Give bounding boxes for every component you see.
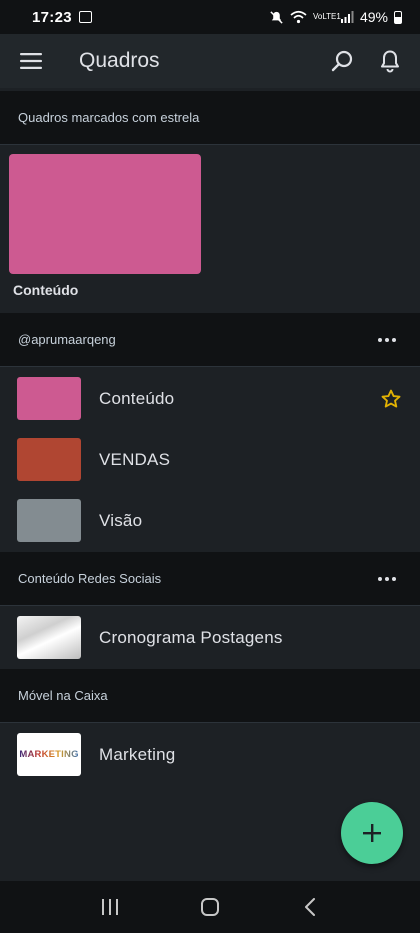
back-icon: [305, 898, 315, 916]
recents-icon: [102, 899, 118, 915]
section-title: Quadros marcados com estrela: [18, 110, 200, 125]
plus-icon: [363, 824, 381, 842]
status-bar: 17:23 VoLTE1 49%: [0, 0, 420, 34]
wifi-icon: [290, 10, 307, 24]
board-name: Marketing: [99, 744, 176, 764]
more-horizontal-icon: [378, 576, 382, 581]
starred-section-header: Quadros marcados com estrela: [0, 91, 420, 145]
board-row[interactable]: Cronograma Postagens: [0, 607, 420, 668]
board-row[interactable]: MARKETING Marketing: [0, 724, 420, 785]
search-icon: [331, 50, 353, 72]
board-thumbnail: [17, 438, 81, 481]
workspace-more-button[interactable]: [372, 571, 402, 587]
board-thumbnail: [17, 616, 81, 659]
board-name: Conteúdo: [99, 388, 175, 408]
mute-icon: [270, 10, 283, 24]
workspace-header: Conteúdo Redes Sociais: [0, 552, 420, 606]
more-horizontal-icon: [378, 337, 382, 342]
network-type: VoLTE1: [312, 12, 341, 21]
home-icon: [201, 898, 219, 916]
starred-board-name: Conteúdo: [13, 282, 79, 298]
search-button[interactable]: [318, 34, 366, 88]
board-name: Visão: [99, 510, 143, 530]
home-button[interactable]: [185, 887, 235, 927]
page-title: Quadros: [79, 49, 160, 72]
board-row[interactable]: Visão: [0, 490, 420, 551]
board-row[interactable]: VENDAS: [0, 429, 420, 490]
gallery-notification-icon: [78, 11, 92, 23]
app-bar: Quadros: [0, 34, 420, 88]
workspace-name: Conteúdo Redes Sociais: [18, 571, 162, 586]
signal-icon: [340, 11, 354, 23]
notifications-button[interactable]: [366, 34, 414, 88]
workspace-header: Móvel na Caixa: [0, 669, 420, 723]
board-name: Cronograma Postagens: [99, 627, 283, 647]
marketing-thumbnail-text: MARKETING: [19, 749, 79, 760]
workspace-name: Móvel na Caixa: [18, 688, 108, 703]
system-nav-bar: [0, 881, 420, 933]
workspace-header: @aprumaarqeng: [0, 313, 420, 367]
hamburger-icon: [20, 53, 42, 69]
board-thumbnail: [17, 499, 81, 542]
board-row[interactable]: Conteúdo: [0, 368, 420, 429]
status-indicators: VoLTE1 49%: [269, 9, 402, 25]
battery-icon: [394, 10, 402, 24]
workspace-name: @aprumaarqeng: [18, 332, 116, 347]
star-outline-icon[interactable]: [380, 388, 402, 410]
back-button[interactable]: [285, 887, 335, 927]
status-time: 17:23: [32, 8, 72, 26]
bell-icon: [381, 50, 399, 73]
starred-board-card[interactable]: [9, 154, 201, 274]
board-thumbnail: [17, 377, 81, 420]
recents-button[interactable]: [85, 887, 135, 927]
board-name: VENDAS: [99, 449, 171, 469]
workspace-more-button[interactable]: [372, 332, 402, 348]
menu-button[interactable]: [0, 34, 62, 88]
add-board-button[interactable]: [341, 802, 403, 864]
battery-percent: 49%: [359, 9, 388, 25]
board-thumbnail: MARKETING: [17, 733, 81, 776]
